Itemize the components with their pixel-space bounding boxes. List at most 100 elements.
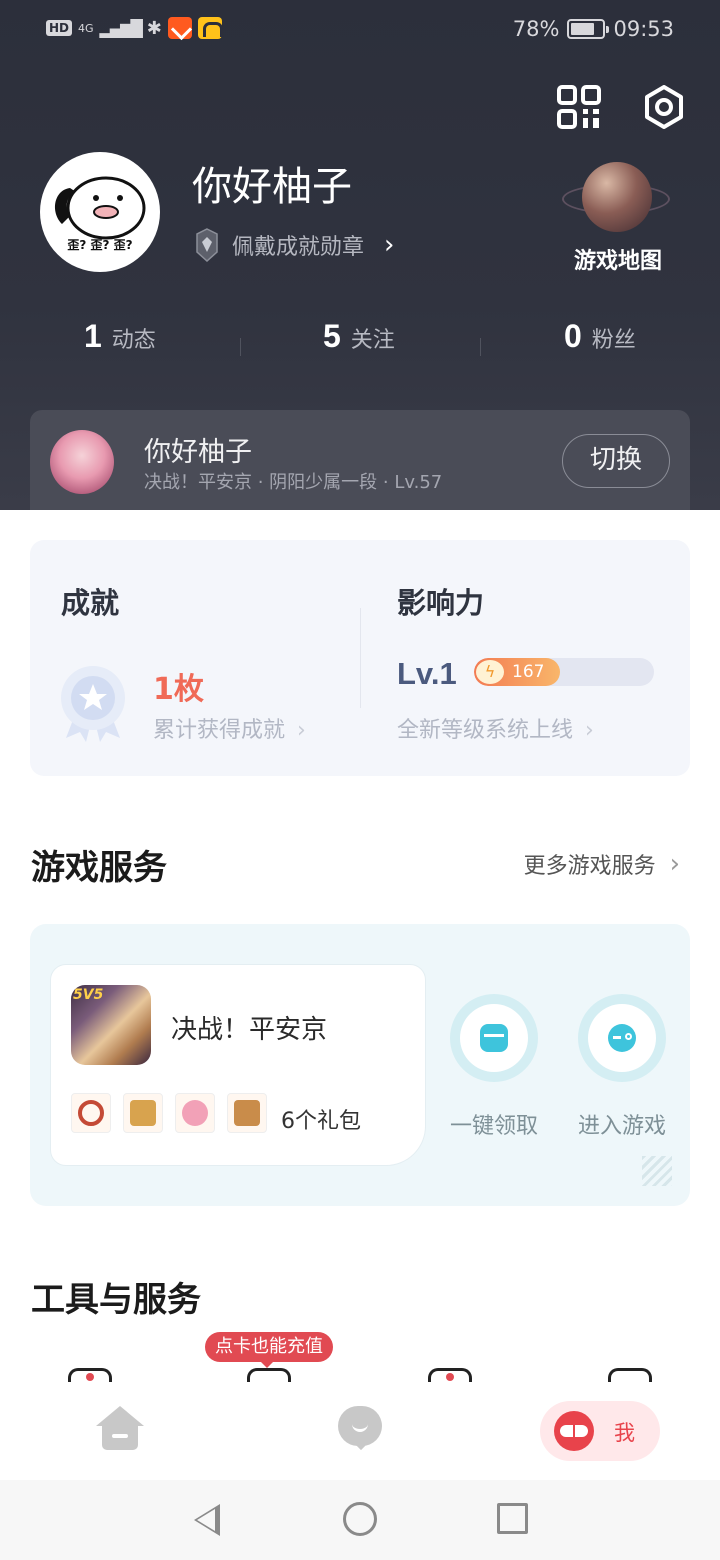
card-divider [360, 608, 361, 708]
status-right: 78% 09:53 [513, 17, 674, 41]
system-nav-bar [0, 1480, 720, 1560]
chevron-right-icon: › [297, 718, 306, 743]
tool-icon[interactable] [428, 1368, 472, 1382]
influence-level: Lv.1 [397, 656, 457, 691]
bluetooth-icon: ✱ [146, 17, 162, 39]
gift-item-icon [71, 1093, 111, 1133]
claim-all-label[interactable]: 一键领取 [434, 1108, 554, 1140]
avatar-illustration [55, 176, 146, 240]
game-service-card: 5V5 决战！平安京 6个礼包 一键领取 进入游戏 [30, 924, 690, 1206]
enter-game-button[interactable] [578, 994, 666, 1082]
gamepad-dpad [613, 1036, 621, 1039]
status-bar: HD 4G ▂▄▆█ ✱ 78% 09:53 [0, 0, 720, 62]
status-left: HD 4G ▂▄▆█ ✱ [46, 17, 223, 39]
stat-following-label: 关注 [350, 328, 395, 353]
influence-score: 167 [512, 662, 545, 682]
me-tab[interactable]: 我 [540, 1401, 660, 1461]
qr-code-icon[interactable] [557, 85, 601, 129]
influence-title: 影响力 [397, 586, 485, 620]
game-icon-tag: 5V5 [73, 987, 104, 1003]
home-door [112, 1434, 128, 1438]
bottom-nav: 我 [0, 1382, 720, 1480]
recharge-badge: 点卡也能充值 [205, 1332, 333, 1368]
gift-item-icon [123, 1093, 163, 1133]
user-avatar[interactable]: 歪? 歪? 歪? [40, 152, 160, 272]
influence-progress-bar: ϟ 167 [474, 658, 654, 686]
tools-title: 工具与服务 [31, 1280, 201, 1320]
stat-divider [240, 338, 241, 356]
mask-icon [554, 1411, 594, 1451]
gamepad-button [625, 1033, 632, 1040]
avatar-caption: 歪? 歪? 歪? [67, 238, 133, 252]
badge-shield-icon [196, 228, 218, 262]
game-role-name: 你好柚子 [144, 437, 252, 468]
gift-item-icon [175, 1093, 215, 1133]
notification-app-icon-2 [197, 17, 223, 39]
discover-tab-icon[interactable] [338, 1406, 382, 1452]
chevron-right-icon: › [585, 718, 594, 743]
settings-icon[interactable] [642, 85, 686, 129]
home-roof [96, 1406, 144, 1426]
game-role-card[interactable]: 你好柚子 决战！平安京 · 阴阳少属一段 · Lv.57 切换 [30, 410, 690, 510]
medal-icon [61, 666, 125, 742]
game-app-icon: 5V5 [71, 985, 151, 1065]
claim-button-inner [460, 1004, 528, 1072]
stat-posts-count: 1 [84, 318, 102, 354]
tool-icon-dot [86, 1373, 94, 1381]
achievement-count: 1枚 [153, 672, 204, 707]
influence-sub-text: 全新等级系统上线 [397, 718, 574, 743]
stat-following-count: 5 [323, 318, 341, 354]
stat-following[interactable]: 5 关注 [323, 318, 395, 355]
achievement-badge-link[interactable]: 佩戴成就勋章 › [196, 228, 394, 262]
gamepad-icon [608, 1024, 636, 1052]
home-tab-icon[interactable] [96, 1406, 144, 1452]
gift-box-icon [480, 1024, 508, 1052]
profile-stats: 1 动态 5 关注 0 粉丝 [0, 318, 720, 368]
tool-icon[interactable] [247, 1368, 291, 1382]
game-services-title: 游戏服务 [31, 848, 167, 888]
achievement-sub-text: 累计获得成就 [153, 718, 286, 743]
recent-apps-icon[interactable] [497, 1503, 528, 1534]
planet-icon [582, 162, 652, 232]
chevron-right-icon: › [669, 849, 680, 879]
badge-text: 佩戴成就勋章 [232, 235, 365, 260]
gift-box-stripe [484, 1034, 504, 1037]
clock: 09:53 [613, 17, 674, 41]
stat-followers-count: 0 [564, 318, 582, 354]
battery-icon [567, 19, 610, 39]
achievement-influence-card: 成就 1枚 累计获得成就 › 影响力 Lv.1 ϟ 167 全新等级系统上线 › [30, 540, 690, 776]
switch-role-button[interactable]: 切换 [562, 434, 670, 488]
gift-item-icon [227, 1093, 267, 1133]
claim-all-button[interactable] [450, 994, 538, 1082]
stat-followers-label: 粉丝 [591, 328, 636, 353]
achievement-title: 成就 [61, 586, 120, 620]
network-label: 4G [78, 21, 94, 35]
hd-indicator: HD [46, 20, 73, 36]
game-map-label[interactable]: 游戏地图 [568, 243, 668, 275]
stat-divider [480, 338, 481, 356]
back-icon[interactable] [194, 1504, 220, 1536]
decorative-stripes [642, 1156, 672, 1186]
me-tab-label: 我 [614, 1421, 635, 1445]
game-gift-panel[interactable]: 5V5 决战！平安京 6个礼包 [50, 964, 426, 1166]
profile-username: 你好柚子 [192, 164, 352, 210]
enter-game-label[interactable]: 进入游戏 [562, 1108, 682, 1140]
tool-icon-dot [446, 1373, 454, 1381]
game-role-subtitle: 决战！平安京 · 阴阳少属一段 · Lv.57 [144, 472, 443, 493]
influence-link[interactable]: 全新等级系统上线 › [397, 712, 594, 744]
more-services-text: 更多游戏服务 [523, 854, 656, 879]
notification-app-icon [167, 17, 192, 39]
game-role-avatar [50, 430, 114, 494]
battery-percent: 78% [512, 17, 560, 41]
stat-followers[interactable]: 0 粉丝 [564, 318, 636, 355]
stat-posts[interactable]: 1 动态 [84, 318, 156, 355]
lightning-icon: ϟ [476, 660, 504, 684]
achievement-link[interactable]: 累计获得成就 › [153, 712, 306, 744]
stat-posts-label: 动态 [111, 328, 156, 353]
signal-icon: ▂▄▆█ [99, 18, 143, 38]
chevron-right-icon: › [384, 230, 395, 260]
more-game-services-link[interactable]: 更多游戏服务 › [524, 848, 680, 880]
tool-icon[interactable] [608, 1368, 652, 1382]
tool-icon[interactable] [68, 1368, 112, 1382]
home-circle-icon[interactable] [343, 1502, 377, 1536]
